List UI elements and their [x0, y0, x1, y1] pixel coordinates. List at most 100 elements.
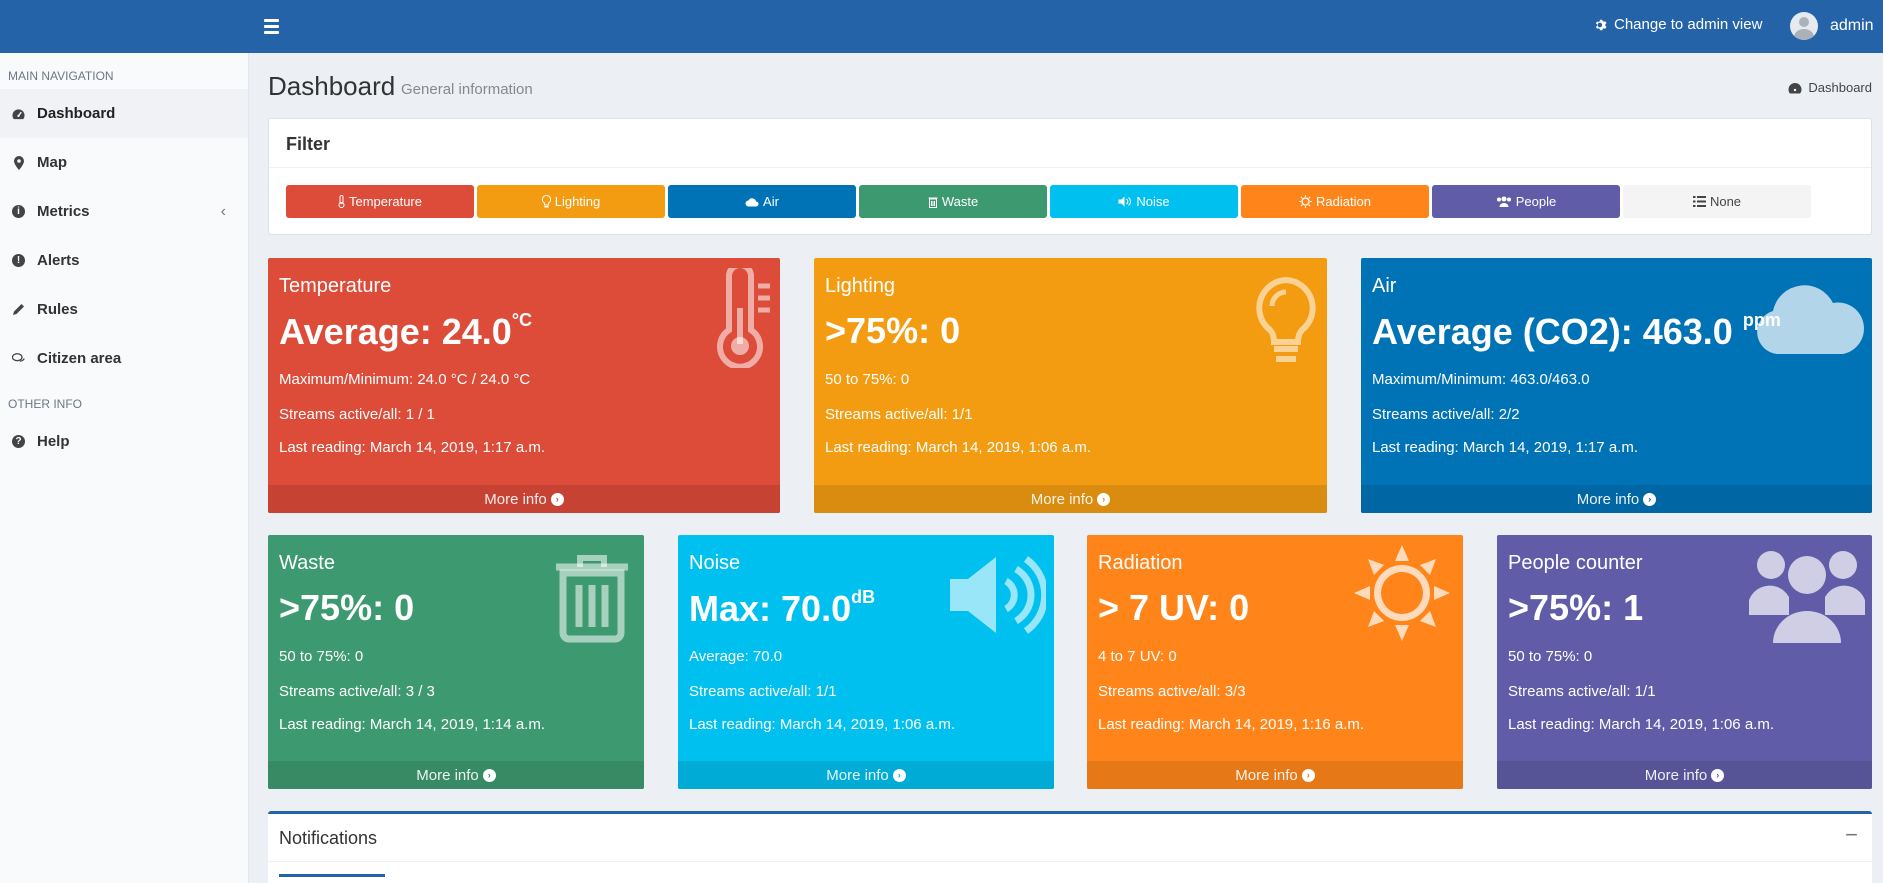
filter-lighting-button[interactable]: Lighting [477, 185, 665, 218]
thermometer-icon [717, 268, 770, 368]
more-info-link[interactable]: More info › [268, 485, 780, 513]
other-info-header: OTHER INFO [8, 397, 82, 411]
sidebar-item-citizen-area[interactable]: Citizen area [0, 334, 248, 383]
card-detail-line: Last reading: March 14, 2019, 1:06 a.m. [825, 439, 1091, 456]
filter-button-label: People [1515, 194, 1557, 209]
sidebar-item-dashboard[interactable]: Dashboard [0, 89, 248, 138]
people-counter-card: People counter >75%: 1 50 to 75%: 0 Stre… [1497, 535, 1872, 789]
filter-people-button[interactable]: People [1432, 185, 1620, 218]
sidebar-item-map[interactable]: Map [0, 138, 248, 187]
card-detail-line: Last reading: March 14, 2019, 1:06 a.m. [1508, 716, 1774, 733]
card-detail-line: 50 to 75%: 0 [1508, 648, 1593, 665]
page-subtitle: General information [401, 81, 533, 98]
card-detail-line: Streams active/all: 1/1 [1508, 683, 1656, 700]
more-info-link[interactable]: More info › [678, 761, 1054, 789]
filter-button-label: None [1709, 194, 1742, 209]
exclamation-circle-icon: ! [12, 254, 25, 267]
card-detail-line: Last reading: March 14, 2019, 1:06 a.m. [689, 716, 955, 733]
change-to-admin-view-link[interactable]: Change to admin view [1594, 16, 1762, 33]
card-detail-line: Streams active/all: 1/1 [825, 406, 973, 423]
sun-icon [1299, 195, 1313, 208]
arrow-circle-right-icon: › [892, 768, 906, 782]
arrow-circle-right-icon: › [550, 492, 564, 506]
comments-icon [12, 352, 25, 365]
arrow-circle-right-icon: › [482, 768, 496, 782]
filter-buttons: Temperature Lighting Air Waste Noise Rad… [286, 185, 1811, 218]
filter-button-label: Radiation [1316, 194, 1371, 209]
top-navbar: Change to admin view admin [0, 0, 1883, 53]
noise-card: Noise Max: 70.0dB Average: 70.0 Streams … [678, 535, 1054, 789]
card-value: >75%: 0 [825, 310, 961, 351]
users-icon [1496, 196, 1511, 207]
sidebar-item-metrics[interactable]: i Metrics ‹ [0, 187, 248, 236]
card-title: Waste [279, 552, 335, 574]
sun-icon [1354, 545, 1450, 641]
thermometer-icon [338, 195, 345, 208]
filter-air-button[interactable]: Air [668, 185, 856, 218]
card-title: Air [1372, 275, 1397, 297]
sidebar-item-label: Help [37, 433, 70, 450]
volume-icon [1118, 196, 1132, 207]
temperature-card: Temperature Average: 24.0°C Maximum/Mini… [268, 258, 780, 513]
card-detail-line: Streams active/all: 1/1 [689, 683, 837, 700]
card-detail-line: 50 to 75%: 0 [825, 371, 910, 388]
card-value: Average (CO2): 463.0 ppm [1372, 310, 1781, 352]
pencil-icon [12, 303, 25, 316]
volume-icon [950, 556, 1046, 634]
gear-icon [1595, 19, 1607, 30]
dashboard-icon [1788, 82, 1802, 93]
sidebar-item-label: Dashboard [37, 105, 116, 122]
filter-waste-button[interactable]: Waste [859, 185, 1047, 218]
cloud-icon [745, 197, 759, 206]
list-icon [1692, 196, 1706, 207]
card-detail-line: Streams active/all: 1 / 1 [279, 406, 435, 423]
filter-temperature-button[interactable]: Temperature [286, 185, 474, 218]
sidebar-item-label: Alerts [37, 252, 80, 269]
card-title: Lighting [825, 275, 896, 297]
arrow-circle-right-icon: › [1097, 492, 1111, 506]
info-circle-icon: i [12, 205, 25, 218]
card-detail-line: Last reading: March 14, 2019, 1:17 a.m. [279, 439, 545, 456]
sidebar-item-alerts[interactable]: ! Alerts [0, 236, 248, 285]
question-circle-icon: ? [12, 435, 25, 448]
card-value: Average: 24.0°C [279, 310, 533, 352]
avatar [1790, 12, 1818, 40]
lightbulb-icon [1256, 276, 1316, 362]
sidebar-item-label: Metrics [37, 203, 90, 220]
card-value: >75%: 0 [279, 587, 415, 628]
divider [268, 861, 1872, 862]
sidebar-item-label: Citizen area [37, 350, 122, 367]
card-title: Noise [689, 552, 741, 574]
card-detail-line: Average: 70.0 [689, 648, 783, 665]
notifications-panel: Notifications − [268, 811, 1872, 883]
lighting-card: Lighting >75%: 0 50 to 75%: 0 Streams ac… [814, 258, 1327, 513]
more-info-link[interactable]: More info › [1361, 485, 1872, 513]
breadcrumb-label: Dashboard [1808, 80, 1872, 95]
sidebar-item-help[interactable]: ? Help [0, 417, 248, 466]
filter-button-label: Temperature [349, 194, 422, 209]
chevron-left-icon: ‹ [220, 202, 226, 220]
card-detail-line: Maximum/Minimum: 463.0/463.0 [1372, 371, 1590, 388]
card-value: >75%: 1 [1508, 587, 1644, 628]
sidebar-toggle-icon[interactable] [264, 16, 282, 36]
filter-noise-button[interactable]: Noise [1050, 185, 1238, 218]
filter-radiation-button[interactable]: Radiation [1241, 185, 1429, 218]
card-title: Radiation [1098, 552, 1183, 574]
card-detail-line: Maximum/Minimum: 24.0 °C / 24.0 °C [279, 371, 531, 388]
card-detail-line: 4 to 7 UV: 0 [1098, 648, 1177, 665]
more-info-link[interactable]: More info › [1497, 761, 1872, 789]
more-info-link[interactable]: More info › [268, 761, 644, 789]
users-icon [1749, 551, 1865, 643]
sidebar-item-rules[interactable]: Rules [0, 285, 248, 334]
breadcrumb[interactable]: Dashboard [1788, 80, 1872, 95]
sidebar: MAIN NAVIGATION Dashboard Map i Metrics … [0, 53, 249, 883]
more-info-link[interactable]: More info › [1087, 761, 1463, 789]
main-navigation-header: MAIN NAVIGATION [8, 69, 114, 83]
collapse-minus-icon[interactable]: − [1845, 822, 1858, 848]
filter-none-button[interactable]: None [1623, 185, 1811, 218]
user-menu[interactable]: admin [1790, 12, 1874, 40]
filter-button-label: Noise [1136, 194, 1170, 209]
card-detail-line: Streams active/all: 2/2 [1372, 406, 1520, 423]
more-info-link[interactable]: More info › [814, 485, 1327, 513]
filter-button-label: Air [763, 194, 779, 209]
